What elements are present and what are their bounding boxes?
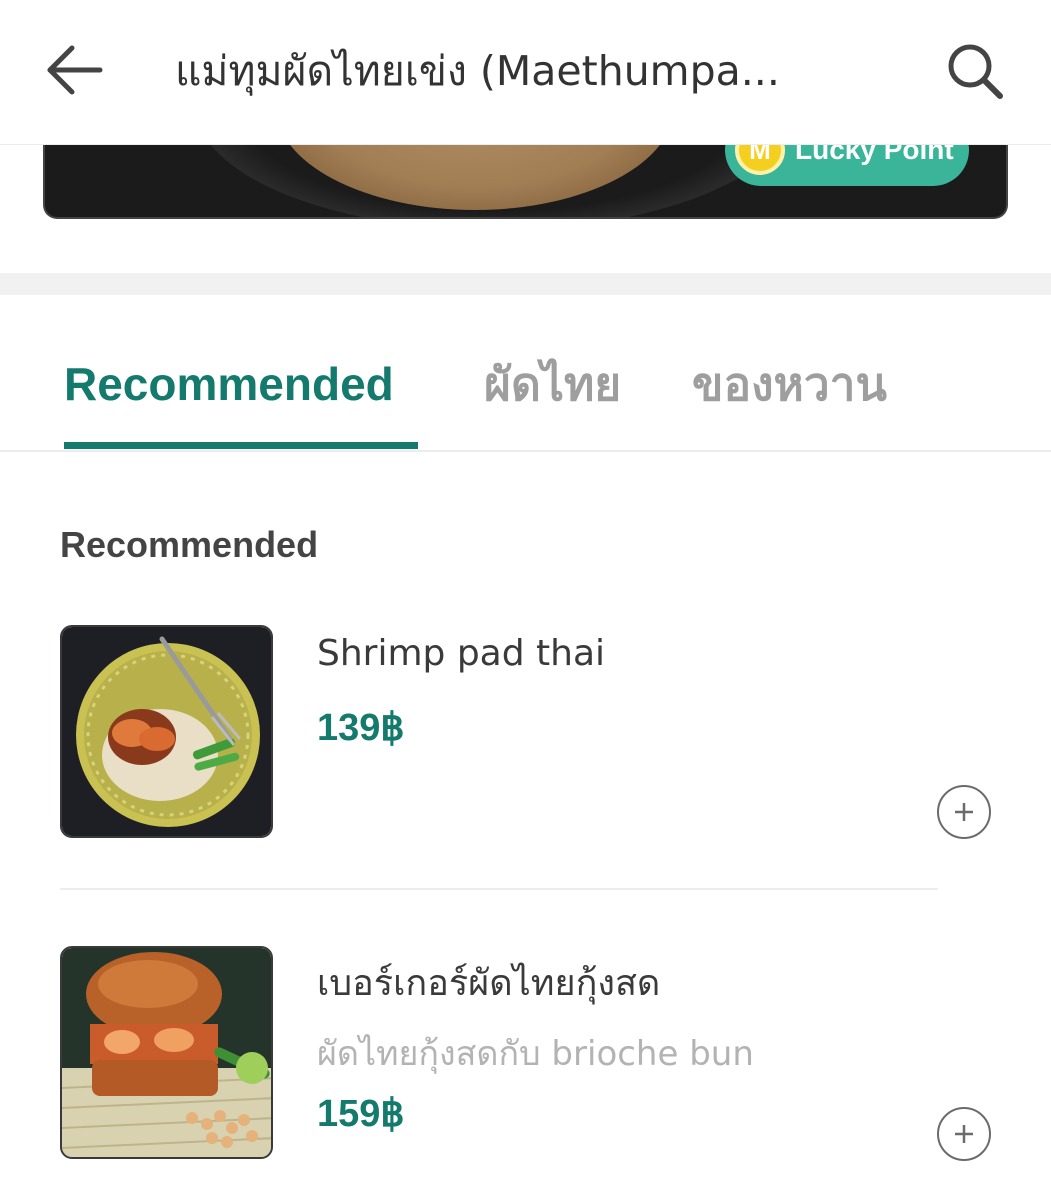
add-to-cart-button[interactable] — [937, 1107, 991, 1161]
food-image — [60, 946, 273, 1159]
item-price: 159฿ — [317, 1093, 405, 1135]
menu-item[interactable]: Shrimp pad thai 139฿ — [0, 625, 1051, 855]
item-description: ผัดไทยกุ้งสดกับ brioche bun — [317, 1034, 754, 1074]
item-separator — [60, 888, 938, 890]
back-button[interactable] — [38, 38, 114, 102]
restaurant-title: แม่ทุมผัดไทยเข่ง (Maethumpa... — [175, 47, 780, 95]
item-name: เบอร์เกอร์ผัดไทยกุ้งสด — [317, 963, 661, 1004]
section-heading: Recommended — [60, 524, 319, 565]
search-icon — [948, 44, 1003, 99]
top-app-bar: แม่ทุมผัดไทยเข่ง (Maethumpa... — [0, 0, 1051, 145]
menu-item[interactable]: เบอร์เกอร์ผัดไทยกุ้งสด ผัดไทยกุ้งสดกับ b… — [0, 946, 1051, 1176]
section-divider — [0, 273, 1051, 295]
item-name: Shrimp pad thai — [317, 633, 606, 674]
tab-recommended[interactable]: Recommended — [64, 352, 394, 416]
add-to-cart-button[interactable] — [937, 785, 991, 839]
plus-icon — [955, 1125, 973, 1143]
food-image — [60, 625, 273, 838]
plus-icon — [955, 803, 973, 821]
item-price: 139฿ — [317, 707, 405, 749]
category-tabs: Recommended ผัดไทย ของหวาน — [0, 330, 1051, 452]
arrow-left-icon — [47, 45, 103, 95]
tab-desserts[interactable]: ของหวาน — [692, 352, 887, 416]
tab-pad-thai[interactable]: ผัดไทย — [484, 352, 621, 416]
search-button[interactable] — [940, 36, 1010, 106]
active-tab-indicator — [64, 442, 418, 449]
